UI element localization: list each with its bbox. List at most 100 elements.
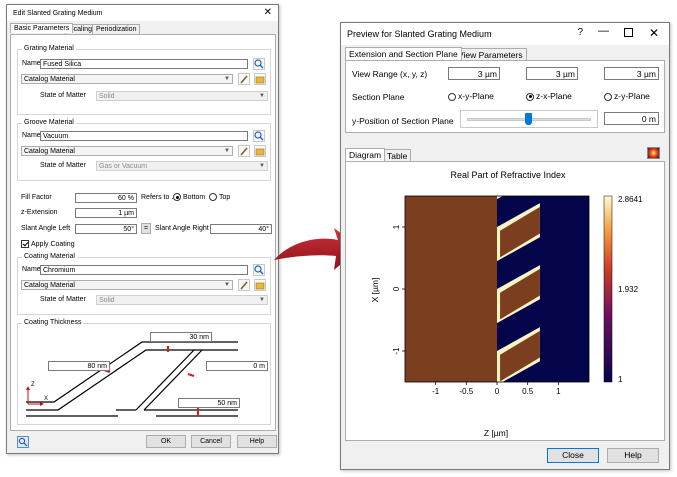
z-extension-input[interactable]: 1 µm	[75, 208, 137, 218]
search-icon[interactable]	[253, 58, 265, 70]
coating-name-label: Name	[22, 266, 41, 273]
grating-state-select: Solid ▼	[96, 91, 268, 101]
preview-icon[interactable]	[17, 436, 29, 448]
y-tick-label: 0	[392, 286, 401, 291]
folder-icon[interactable]	[254, 145, 266, 157]
view-range-y-input[interactable]: 3 µm	[526, 67, 578, 80]
cancel-button[interactable]: Cancel	[191, 435, 231, 448]
grating-catalog-select[interactable]: Catalog Material ▼	[21, 74, 233, 84]
fill-factor-label: Fill Factor	[21, 194, 52, 201]
colormap-icon[interactable]	[647, 147, 660, 159]
zx-plane-radio[interactable]: z-x-Plane	[526, 91, 572, 101]
grating-name-input[interactable]: Fused Silica	[40, 59, 248, 69]
close-icon[interactable]: ✕	[264, 7, 272, 18]
axis-z-label: Z	[31, 382, 35, 388]
slant-left-input[interactable]: 50°	[75, 224, 137, 234]
search-icon[interactable]	[253, 130, 265, 142]
close-icon[interactable]: ✕	[649, 26, 659, 40]
basic-parameters-panel: Grating Material Name Fused Silica Catal…	[10, 34, 276, 431]
y-position-label: y-Position of Section Plane	[352, 116, 454, 126]
coating-catalog-select[interactable]: Catalog Material ▼	[21, 280, 233, 290]
folder-icon[interactable]	[254, 279, 266, 291]
coating-state-select: Solid ▼	[96, 295, 268, 305]
coating-bottom-input[interactable]: 50 nm	[178, 398, 240, 408]
coating-diagram	[26, 341, 238, 417]
groove-name-label: Name	[22, 132, 41, 139]
coating-material-label: Coating Material	[22, 253, 77, 260]
link-angles-button[interactable]: =	[141, 223, 151, 234]
section-plane-label: Section Plane	[352, 92, 405, 102]
plot-area	[405, 196, 589, 382]
search-icon[interactable]	[253, 264, 265, 276]
x-tick-label: 0.5	[522, 387, 534, 396]
help-button[interactable]: Help	[237, 435, 277, 448]
x-tick-label: 0	[495, 387, 500, 396]
groove-state-select: Gas or Vacuum ▼	[96, 161, 268, 171]
maximize-icon[interactable]	[624, 28, 633, 37]
right-titlebar: Preview for Slanted Grating Medium ? — ✕	[341, 23, 669, 45]
top-radio[interactable]: Top	[209, 193, 230, 201]
ok-button[interactable]: OK	[146, 435, 186, 448]
coating-band	[497, 196, 503, 200]
apply-coating-checkbox[interactable]: Apply Coating	[21, 240, 75, 248]
view-range-z-input[interactable]: 3 µm	[604, 67, 659, 80]
refers-to-label: Refers to ...	[141, 194, 178, 201]
bottom-radio[interactable]: Bottom	[173, 193, 205, 201]
preview-dialog: Preview for Slanted Grating Medium ? — ✕…	[340, 22, 670, 470]
axis-x-label: X	[44, 396, 49, 402]
right-dialog-title: Preview for Slanted Grating Medium	[347, 29, 492, 39]
colorbar-max: 2.8641	[618, 195, 643, 204]
coating-state-label: State of Matter	[40, 296, 86, 303]
zy-plane-radio[interactable]: z-y-Plane	[604, 91, 650, 101]
groove-catalog-select[interactable]: Catalog Material ▼	[21, 146, 233, 156]
folder-icon[interactable]	[254, 73, 266, 85]
x-axis-label: Z [µm]	[484, 428, 508, 438]
heatmap-region	[405, 196, 589, 382]
coating-right-input[interactable]: 0 m	[206, 361, 268, 371]
left-titlebar: Edit Slanted Grating Medium ✕	[7, 5, 278, 21]
grating-name-label: Name	[22, 60, 41, 67]
tab-diagram[interactable]: Diagram	[345, 148, 386, 161]
coating-left-input[interactable]: 80 nm	[48, 361, 110, 371]
extension-panel: View Range (x, y, z) 3 µm 3 µm 3 µm Sect…	[345, 60, 665, 133]
tab-basic-parameters[interactable]: Basic Parameters	[10, 23, 74, 33]
help-question-icon[interactable]: ?	[577, 27, 583, 38]
x-tick-label: -0.5	[459, 387, 473, 396]
coating-thickness-group: Coating Thickness Z X 30 nm 80 nm 0 m 50…	[17, 319, 271, 425]
coating-name-input[interactable]: Chromium	[40, 265, 248, 275]
grating-material-label: Grating Material	[22, 45, 76, 52]
tab-periodization[interactable]: Periodization	[92, 24, 141, 34]
slider-ticks	[461, 124, 597, 128]
edit-icon[interactable]	[238, 279, 250, 291]
view-range-x-input[interactable]: 3 µm	[448, 67, 500, 80]
xy-plane-radio[interactable]: x-y-Plane	[448, 91, 494, 101]
y-tick-label: -1	[392, 347, 401, 355]
colorbar-min: 1	[618, 375, 623, 384]
y-position-slider[interactable]	[460, 110, 598, 128]
slant-left-label: Slant Angle Left	[21, 225, 71, 232]
coating-top-input[interactable]: 30 nm	[150, 332, 212, 342]
chart-title: Real Part of Refractive Index	[450, 170, 566, 180]
left-dialog-title: Edit Slanted Grating Medium	[13, 9, 103, 17]
tab-extension-section[interactable]: Extension and Section Plane	[345, 47, 462, 60]
edit-icon[interactable]	[238, 73, 250, 85]
colorbar	[603, 195, 613, 383]
edit-icon[interactable]	[238, 145, 250, 157]
slant-right-input[interactable]: 40°	[210, 224, 272, 234]
close-button[interactable]: Close	[547, 448, 599, 463]
colorbar-mid: 1.932	[618, 285, 639, 294]
z-extension-label: z-Extension	[21, 209, 58, 216]
y-position-input[interactable]: 0 m	[604, 112, 659, 125]
diagram-panel: Real Part of Refractive Index -1 -0.5 0 0.5…	[345, 161, 665, 441]
groove-name-input[interactable]: Vacuum	[40, 131, 248, 141]
y-tick-label: 1	[392, 224, 401, 229]
minimize-icon[interactable]: —	[598, 25, 609, 37]
groove-state-label: State of Matter	[40, 162, 86, 169]
coating-material-group: Coating Material Name Chromium Catalog M…	[17, 253, 271, 315]
slant-right-label: Slant Angle Right	[155, 225, 209, 232]
groove-material-label: Groove Material	[22, 119, 76, 126]
x-tick-label: -1	[432, 387, 440, 396]
fill-factor-input[interactable]: 60 %	[75, 193, 137, 203]
help-button[interactable]: Help	[607, 448, 659, 463]
groove-material-group: Groove Material Name Vacuum Catalog Mate…	[17, 119, 271, 181]
